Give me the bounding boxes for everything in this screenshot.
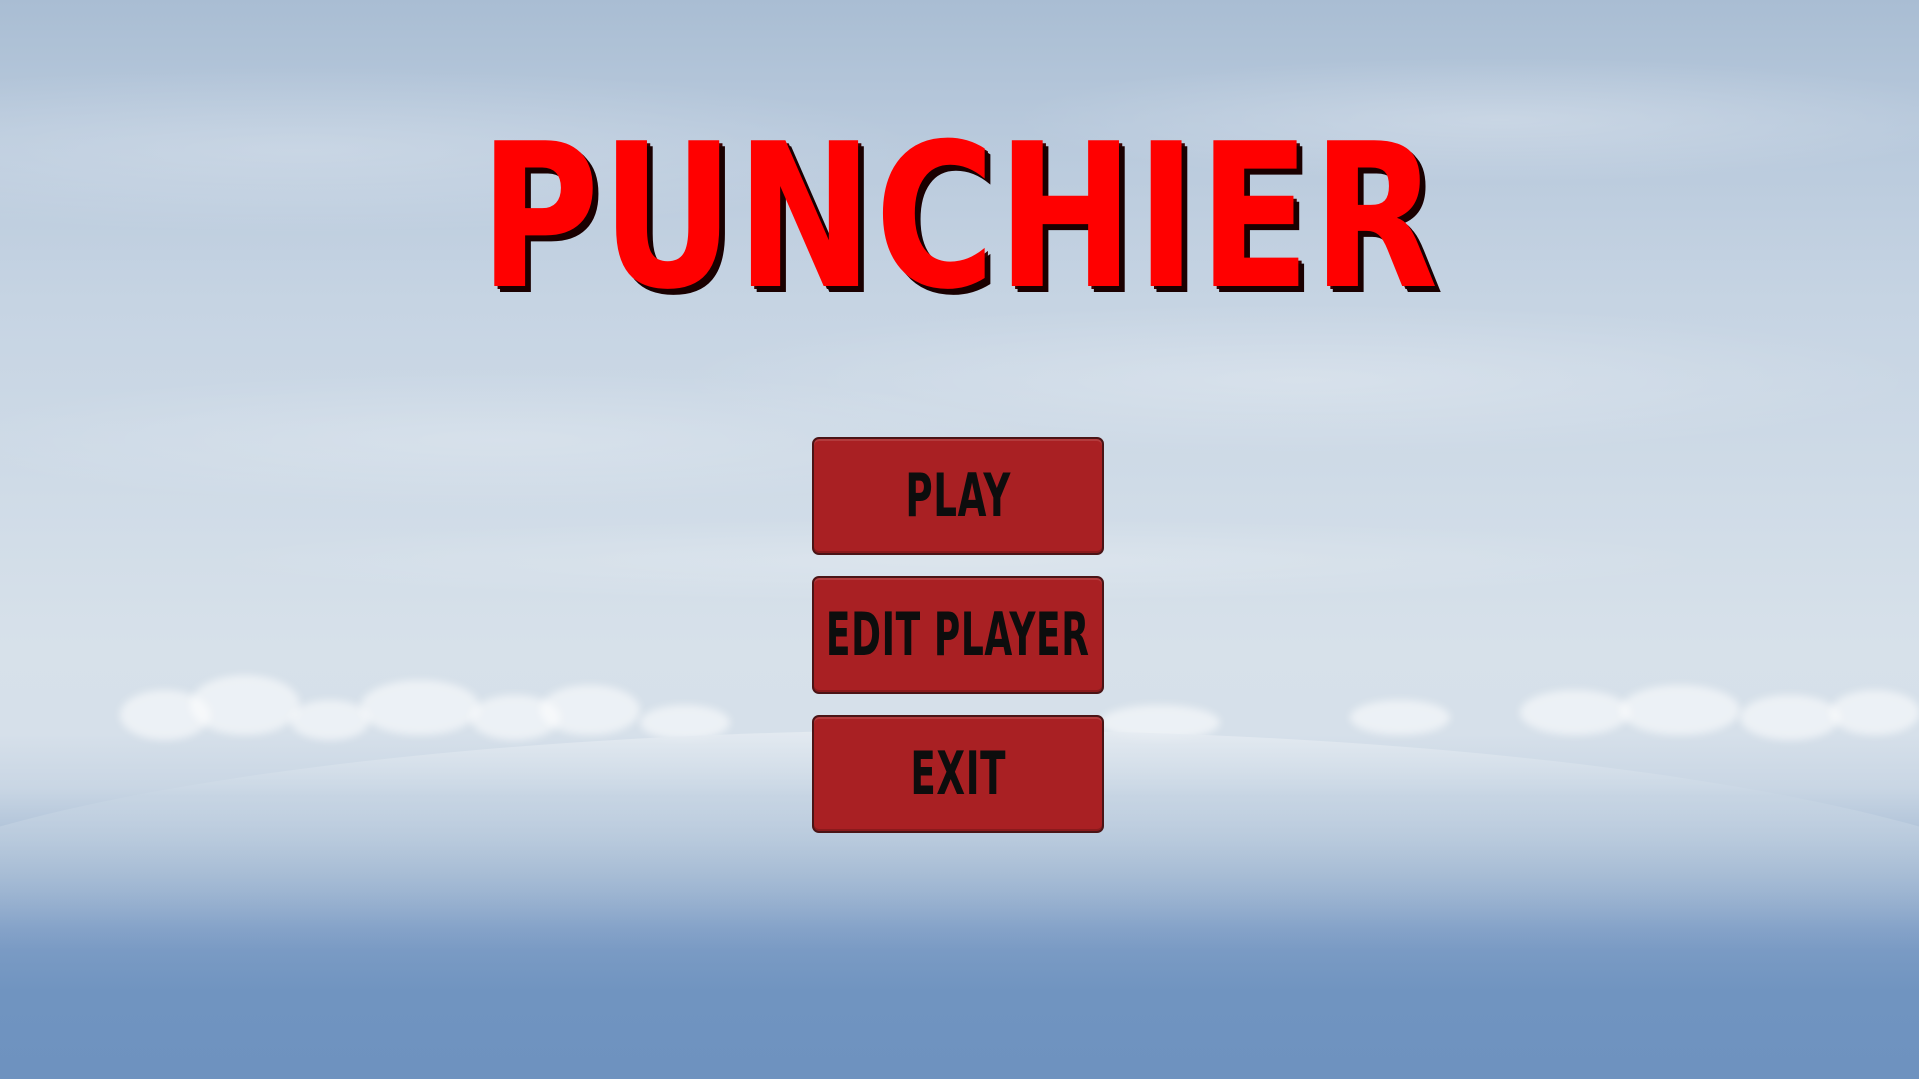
- edit-player-button-label: EDIT PLAYER: [826, 600, 1090, 670]
- game-title: PUNCHIER: [479, 101, 1440, 334]
- play-button-label: PLAY: [905, 461, 1011, 531]
- edit-player-button[interactable]: EDIT PLAYER: [812, 576, 1104, 694]
- main-menu: PLAY EDIT PLAYER EXIT: [812, 437, 1108, 854]
- main-menu-screen: PUNCHIER PLAY EDIT PLAYER EXIT: [0, 0, 1919, 1079]
- play-button[interactable]: PLAY: [812, 437, 1104, 555]
- exit-button[interactable]: EXIT: [812, 715, 1104, 833]
- exit-button-label: EXIT: [910, 739, 1006, 809]
